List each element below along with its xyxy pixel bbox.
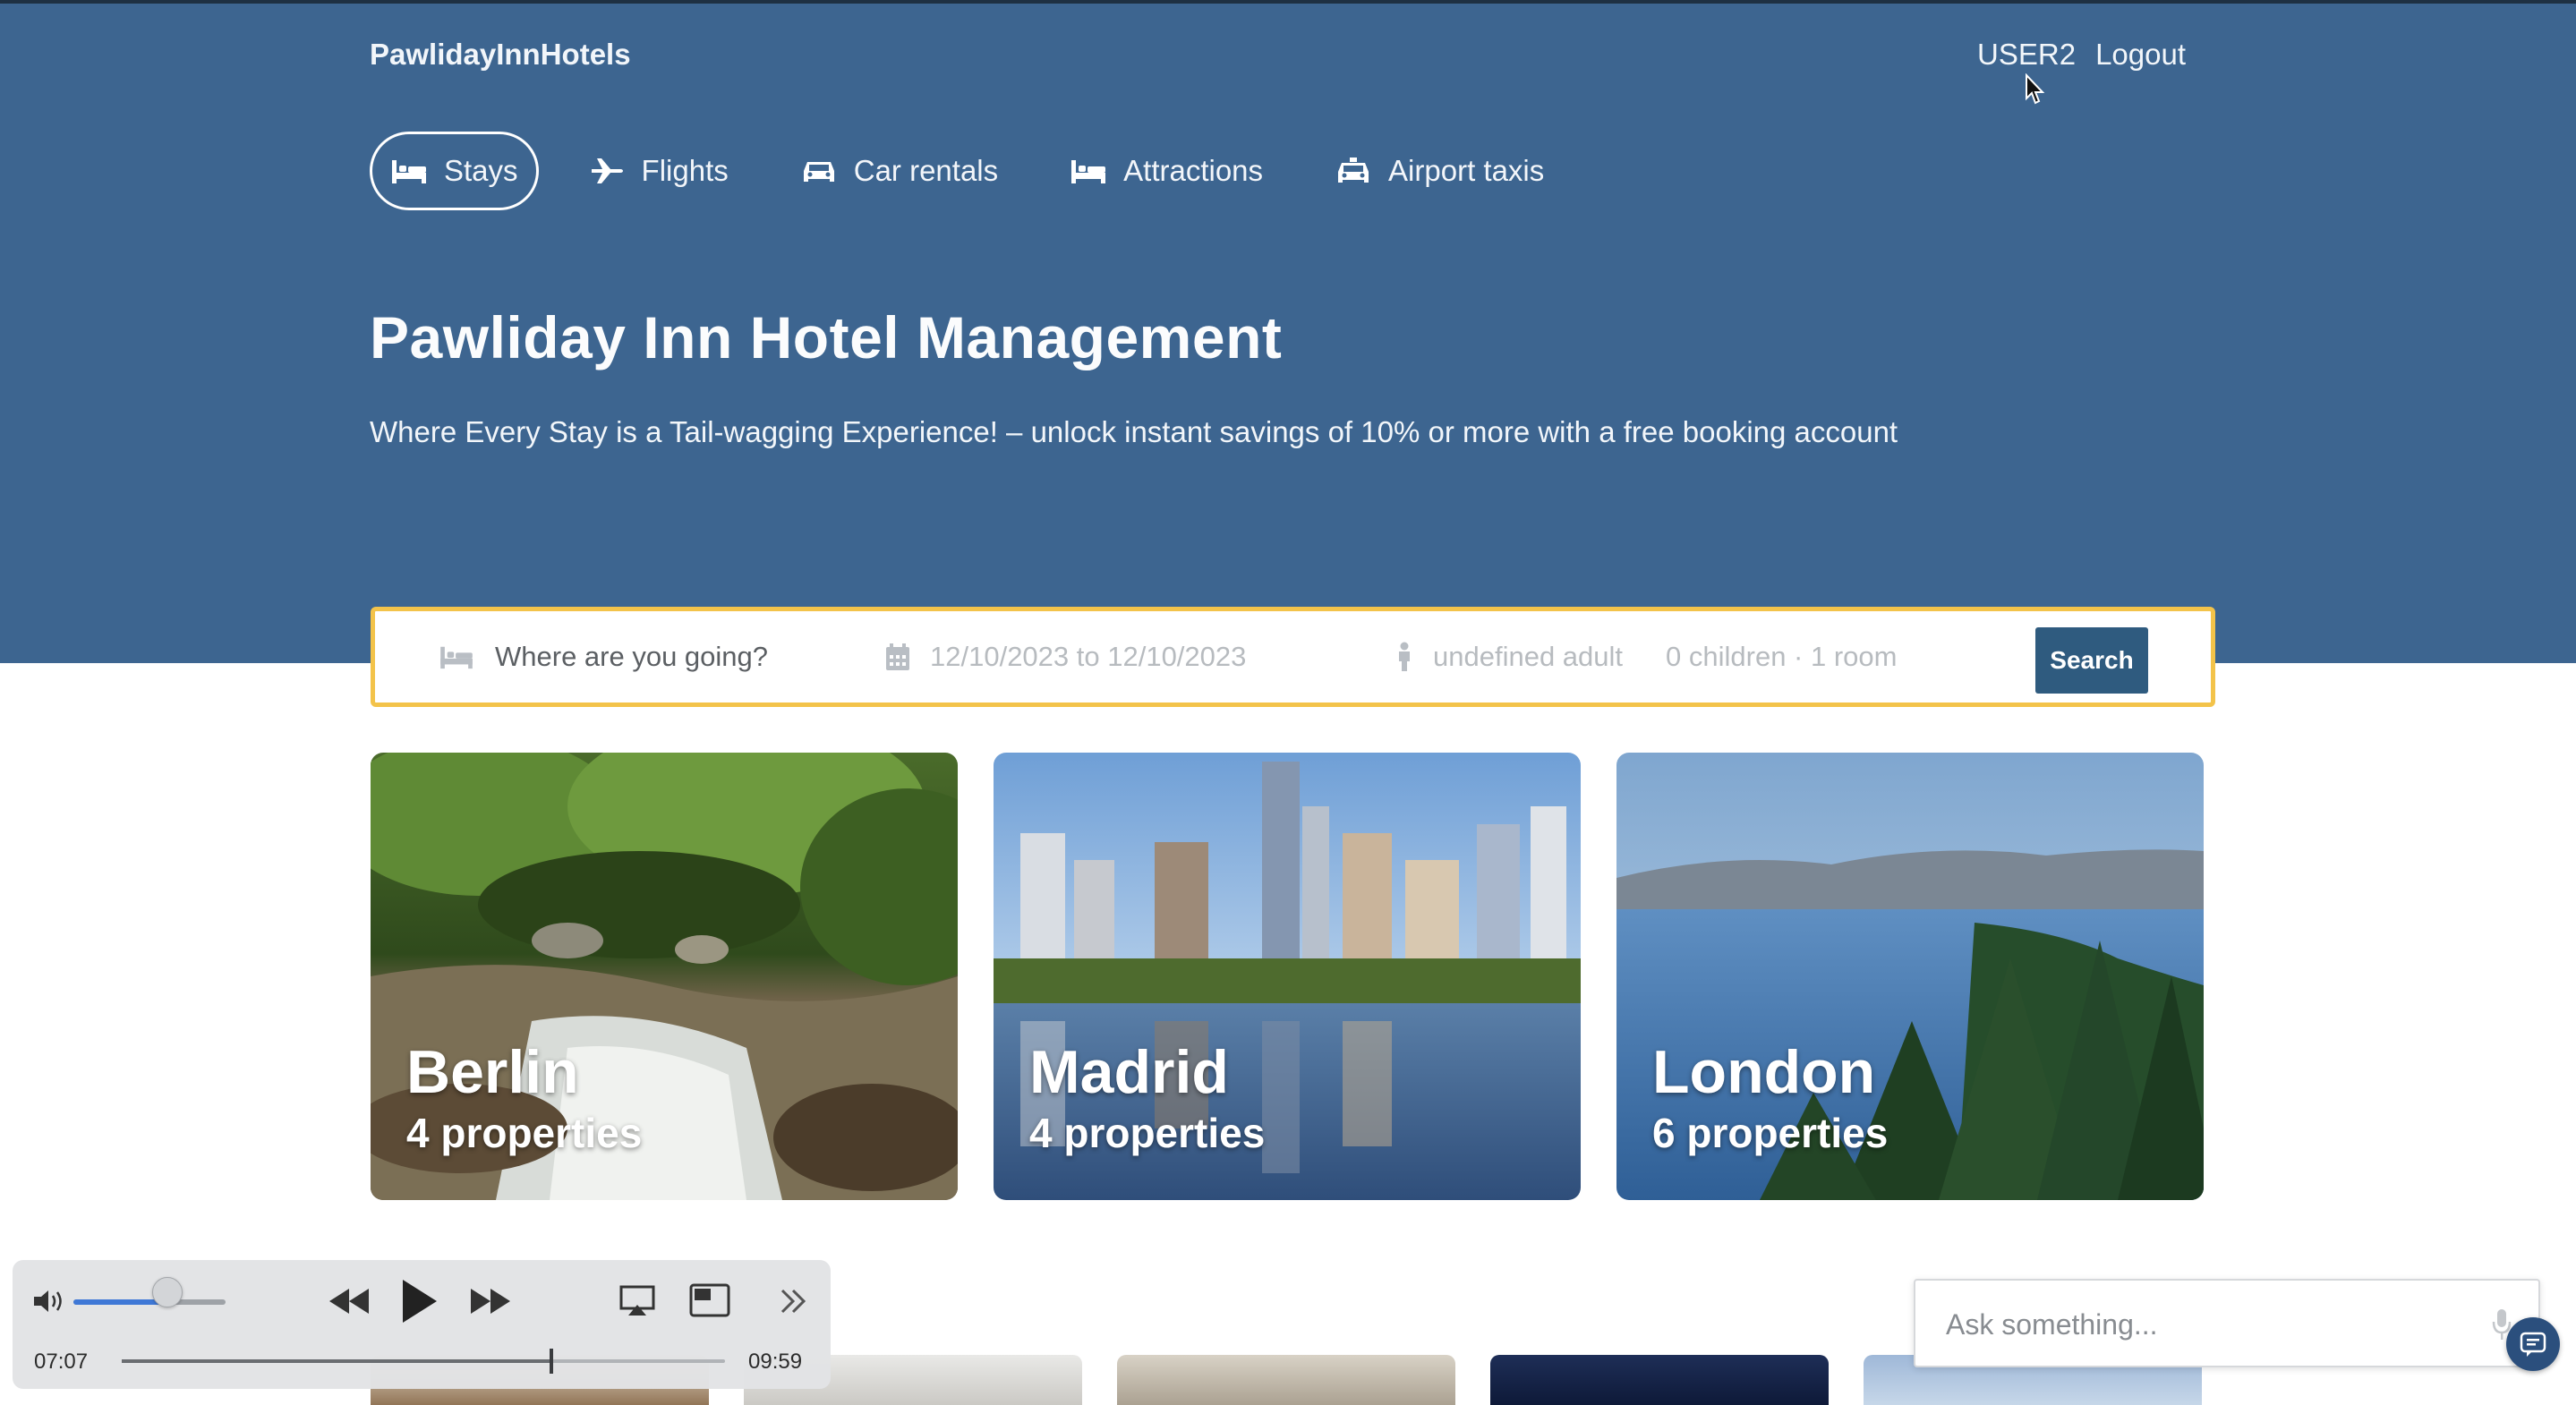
duration: 09:59 (748, 1350, 803, 1374)
video-player-controls: 07:07 09:59 (13, 1260, 831, 1389)
nav-attractions[interactable]: Attractions (1047, 132, 1285, 210)
person-icon (1399, 642, 1410, 671)
nav-airport-taxis[interactable]: Airport taxis (1312, 132, 1566, 210)
chat-input[interactable] (1946, 1300, 2447, 1349)
chat-widget (1914, 1279, 2540, 1367)
user-area: USER2 Logout (1977, 38, 2186, 72)
search-bar: Where are you going? 12/10/2023 to 12/10… (371, 607, 2215, 707)
city-card-madrid[interactable]: Madrid 4 properties (994, 753, 1581, 1200)
nav-car-rentals[interactable]: Car rentals (778, 132, 1020, 210)
bed-icon (392, 160, 426, 183)
nav-flights[interactable]: Flights (566, 132, 751, 210)
page-title: Pawliday Inn Hotel Management (370, 304, 1283, 370)
nav-label: Flights (641, 154, 729, 187)
city-properties: 4 properties (406, 1110, 643, 1156)
destination-field[interactable]: Where are you going? (438, 611, 768, 702)
username[interactable]: USER2 (1977, 38, 2076, 72)
nav-label: Car rentals (853, 154, 999, 187)
nav-label: Attractions (1123, 154, 1264, 187)
children-rooms: 0 children · 1 room (1666, 641, 1898, 672)
nav-stays[interactable]: Stays (370, 132, 539, 210)
adults-count: undefined adult (1433, 641, 1624, 672)
mouse-cursor-icon (2026, 73, 2045, 105)
city-properties: 4 properties (1029, 1110, 1266, 1156)
seek-bar[interactable] (122, 1349, 725, 1374)
page-subtitle: Where Every Stay is a Tail-wagging Exper… (370, 415, 1898, 448)
volume-icon[interactable] (32, 1287, 68, 1316)
logout-button[interactable]: Logout (2095, 38, 2186, 72)
chat-icon (2520, 1332, 2546, 1357)
guests-field[interactable]: undefined adult 0 children · 1 room (1395, 611, 1897, 702)
play-icon[interactable] (399, 1278, 439, 1324)
rewind-icon[interactable] (328, 1285, 371, 1317)
picture-in-picture-icon[interactable] (689, 1283, 730, 1317)
city-name: London (1652, 1038, 1876, 1106)
bed-icon (440, 646, 473, 669)
fast-forward-icon[interactable] (469, 1285, 512, 1317)
destination-placeholder: Where are you going? (495, 641, 769, 672)
seek-handle[interactable] (549, 1349, 553, 1374)
property-thumb[interactable] (1490, 1355, 1829, 1405)
taxi-icon (1338, 158, 1369, 183)
hero-banner: PawlidayInnHotels USER2 Logout Stays Fli… (0, 0, 2576, 663)
main-nav: Stays Flights Car rentals Attractions Ai… (370, 132, 1593, 210)
bed-icon (1071, 160, 1106, 183)
date-field[interactable]: 12/10/2023 to 12/10/2023 (885, 611, 1246, 702)
seek-progress (122, 1359, 551, 1363)
airplay-icon[interactable] (619, 1285, 655, 1317)
nav-label: Airport taxis (1388, 154, 1545, 187)
brand-logo[interactable]: PawlidayInnHotels (370, 38, 631, 72)
more-options-icon[interactable] (779, 1287, 809, 1316)
volume-slider[interactable] (73, 1299, 226, 1305)
search-button[interactable]: Search (2035, 627, 2148, 694)
nav-label: Stays (444, 154, 518, 187)
city-properties: 6 properties (1652, 1110, 1889, 1156)
current-time: 07:07 (34, 1350, 89, 1374)
calendar-icon (886, 643, 909, 670)
chat-assistant-button[interactable] (2506, 1317, 2560, 1371)
property-thumb[interactable] (1117, 1355, 1455, 1405)
date-range: 12/10/2023 to 12/10/2023 (930, 641, 1247, 672)
city-card-london[interactable]: London 6 properties (1616, 753, 2204, 1200)
city-card-berlin[interactable]: Berlin 4 properties (371, 753, 958, 1200)
city-name: Madrid (1029, 1038, 1229, 1106)
plane-icon (591, 158, 623, 183)
car-icon (803, 162, 834, 182)
city-name: Berlin (406, 1038, 579, 1106)
